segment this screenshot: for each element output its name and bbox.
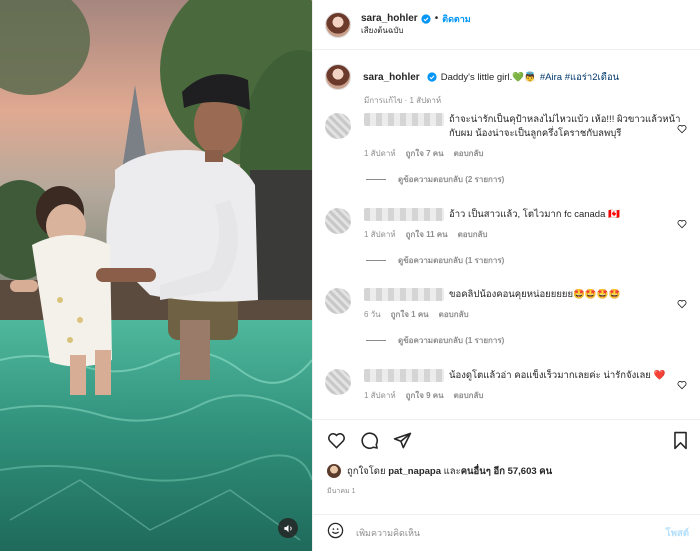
- audio-toggle-button[interactable]: [278, 518, 298, 538]
- comment-time[interactable]: 1 สัปดาห์: [364, 228, 396, 241]
- comment-button[interactable]: [360, 431, 379, 450]
- post-dialog: sara_hohler • ติดตาม เสียงต้นฉบับ sara_h…: [0, 0, 700, 551]
- view-replies-button[interactable]: ดูข้อความตอบกลับ (1 รายการ): [366, 254, 687, 267]
- avatar[interactable]: [325, 369, 351, 395]
- comment-like-button[interactable]: [677, 377, 687, 395]
- blurred-username[interactable]: [364, 113, 444, 126]
- verified-badge-icon: [421, 14, 431, 24]
- comment-like-button[interactable]: [677, 121, 687, 139]
- speaker-icon: [283, 524, 292, 532]
- blurred-username[interactable]: [364, 208, 444, 221]
- avatar[interactable]: [325, 208, 351, 234]
- post-date[interactable]: มีนาคม 1: [313, 486, 700, 497]
- comment-item: ถ้าจะน่ารักเป็นคุป้าหลงไม่ไหวแบ้ว เห้อ!!…: [325, 113, 687, 186]
- post-media[interactable]: [0, 0, 312, 551]
- comment-text: น้องดูโตแล้วอ่า คอแข็งเร็วมากเลยค่ะ น่าร…: [449, 370, 666, 381]
- comment-text: ถ้าจะน่ารักเป็นคุป้าหลงไม่ไหวแบ้ว เห้อ!!…: [449, 114, 681, 139]
- likes-others[interactable]: คนอื่นๆ อีก 57,603 คน: [461, 464, 552, 479]
- post-comment-button[interactable]: โพสต์: [666, 526, 689, 541]
- liker-username[interactable]: pat_napapa: [388, 466, 441, 477]
- likes-middle: และ: [443, 465, 461, 477]
- bookmark-icon: [674, 431, 687, 449]
- comment-likes[interactable]: ถูกใจ 1 คน: [391, 308, 429, 321]
- caption-meta: มีการแก้ไข · 1 สัปดาห์: [364, 96, 442, 105]
- comment-item: ขอคลิปน้องคอนคุยหน่อยยยยย🤩🤩🤩🤩 6 วัน ถูกใ…: [325, 288, 687, 347]
- share-icon: [393, 432, 412, 448]
- comment-text: ขอคลิปน้องคอนคุยหน่อยยยยย🤩🤩🤩🤩: [449, 289, 621, 300]
- audio-label[interactable]: เสียงต้นฉบับ: [361, 26, 471, 36]
- comment-item: อ้าว เป็นสาวแล้ว, โตไวมาก fc canada 🇨🇦 1…: [325, 208, 687, 267]
- follow-button[interactable]: ติดตาม: [442, 14, 471, 25]
- comment-icon: [361, 431, 378, 449]
- avatar[interactable]: [325, 64, 351, 90]
- heart-icon: [328, 432, 345, 449]
- caption-username[interactable]: sara_hohler: [363, 72, 420, 83]
- heart-icon: [677, 125, 687, 134]
- reply-button[interactable]: ตอบกลับ: [439, 308, 469, 321]
- heart-icon: [677, 220, 687, 229]
- share-button[interactable]: [393, 431, 412, 450]
- emoji-button[interactable]: [327, 522, 344, 544]
- avatar[interactable]: [327, 464, 341, 478]
- caption: sara_hohler Daddy's little girl.💚👼 #Aira…: [325, 64, 685, 107]
- add-comment-bar: โพสต์: [313, 514, 700, 551]
- reply-button[interactable]: ตอบกลับ: [454, 147, 484, 160]
- post-panel: sara_hohler • ติดตาม เสียงต้นฉบับ sara_h…: [312, 0, 700, 551]
- blurred-username[interactable]: [364, 369, 444, 382]
- blurred-username[interactable]: [364, 288, 444, 301]
- comment-input[interactable]: [356, 528, 666, 538]
- avatar[interactable]: [325, 11, 351, 38]
- comment-text: อ้าว เป็นสาวแล้ว, โตไวมาก fc canada 🇨🇦: [449, 209, 620, 220]
- emoji-icon: [327, 522, 344, 539]
- reply-button[interactable]: ตอบกลับ: [454, 389, 484, 402]
- comment-likes[interactable]: ถูกใจ 9 คน: [406, 389, 444, 402]
- save-button[interactable]: [672, 431, 689, 450]
- like-button[interactable]: [327, 431, 346, 450]
- view-replies-button[interactable]: ดูข้อความตอบกลับ (2 รายการ): [366, 173, 687, 186]
- avatar[interactable]: [325, 113, 351, 139]
- comment-time[interactable]: 1 สัปดาห์: [364, 147, 396, 160]
- caption-text: Daddy's little girl.💚👼: [440, 71, 536, 83]
- comment-likes[interactable]: ถูกใจ 7 คน: [406, 147, 444, 160]
- video-frame: [0, 0, 312, 551]
- comment-time[interactable]: 1 สัปดาห์: [364, 389, 396, 402]
- verified-badge-icon: [427, 72, 437, 82]
- comment-item: น้องดูโตแล้วอ่า คอแข็งเร็วมากเลยค่ะ น่าร…: [325, 369, 687, 402]
- comments-list[interactable]: sara_hohler Daddy's little girl.💚👼 #Aira…: [313, 51, 700, 419]
- post-actions: ถูกใจโดย pat_napapa และ คนอื่นๆ อีก 57,6…: [313, 419, 700, 497]
- separator-dot: •: [434, 13, 439, 25]
- comment-time[interactable]: 6 วัน: [364, 308, 381, 321]
- avatar[interactable]: [325, 288, 351, 314]
- likes-prefix: ถูกใจโดย: [347, 465, 386, 477]
- view-replies-button[interactable]: ดูข้อความตอบกลับ (1 รายการ): [366, 334, 687, 347]
- caption-hashtags[interactable]: #Aira #แอร่า2เดือน: [540, 70, 619, 85]
- likes-summary: ถูกใจโดย pat_napapa และ คนอื่นๆ อีก 57,6…: [313, 460, 700, 482]
- author-username[interactable]: sara_hohler: [361, 13, 418, 25]
- comment-likes[interactable]: ถูกใจ 11 คน: [406, 228, 448, 241]
- heart-icon: [677, 300, 687, 309]
- reply-button[interactable]: ตอบกลับ: [458, 228, 488, 241]
- comment-like-button[interactable]: [677, 216, 687, 234]
- heart-icon: [677, 381, 687, 390]
- comment-like-button[interactable]: [677, 296, 687, 314]
- post-header: sara_hohler • ติดตาม เสียงต้นฉบับ: [313, 0, 700, 50]
